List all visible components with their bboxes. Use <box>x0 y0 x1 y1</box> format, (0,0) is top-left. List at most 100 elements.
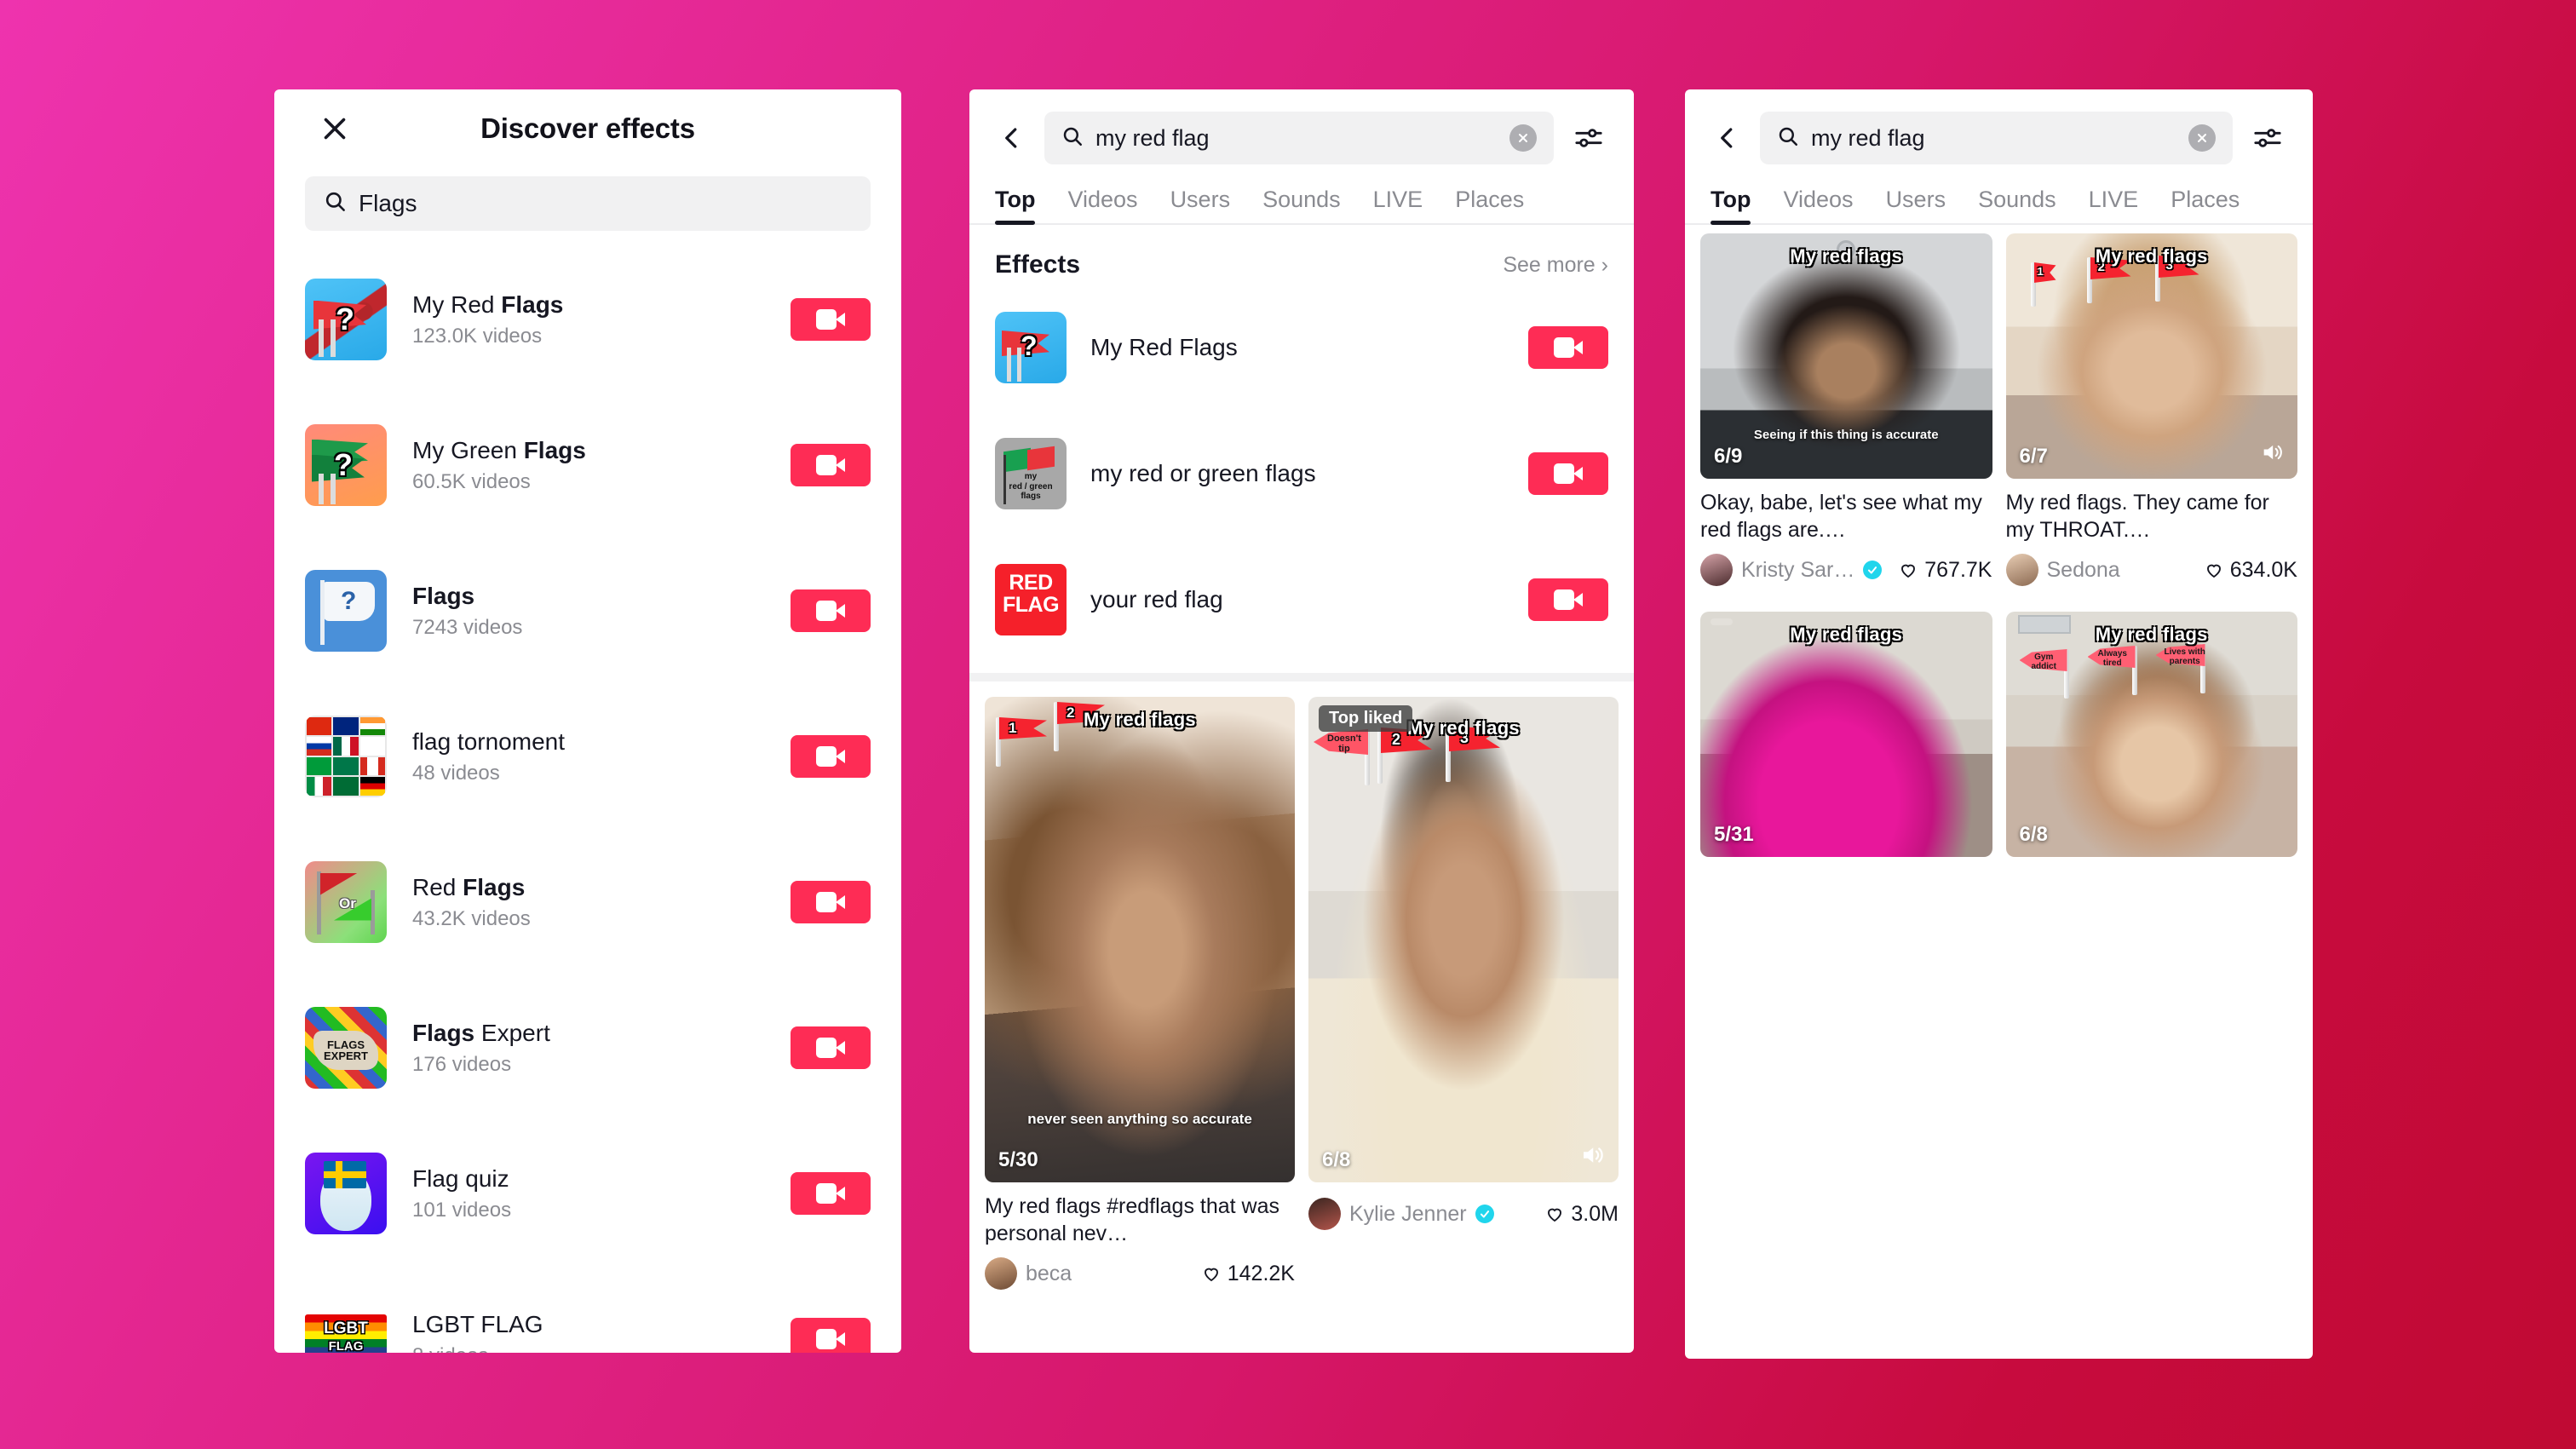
tab-top[interactable]: Top <box>995 187 1036 225</box>
close-circle-icon[interactable] <box>1509 124 1537 152</box>
video-footer: Kristy Sar… 767.7K <box>1700 554 1992 586</box>
filter-sliders-icon[interactable] <box>2248 118 2287 158</box>
use-effect-camera-button[interactable] <box>1528 326 1608 369</box>
use-effect-camera-button[interactable] <box>791 880 871 923</box>
chevron-left-icon[interactable] <box>1711 121 1745 155</box>
video-overlay-title: My red flags <box>2095 245 2208 267</box>
list-item[interactable]: ? My Red Flags 123.0K videos <box>274 246 901 392</box>
video-card[interactable]: 1 2 My red flags never seen anything so … <box>985 697 1295 1290</box>
heart-icon <box>1204 1268 1218 1282</box>
list-item[interactable]: RED FLAG your red flag <box>969 537 1634 663</box>
effect-meta: Flag quiz 101 videos <box>387 1164 791 1222</box>
video-caption: My red flags. They came for my THROAT.… <box>2005 491 2269 542</box>
tab-users[interactable]: Users <box>1170 187 1231 225</box>
video-author[interactable]: Kristy Sar… <box>1741 558 1854 583</box>
effect-video-count: 101 videos <box>412 1199 512 1222</box>
list-item[interactable]: my red / green flags my red or green flags <box>969 411 1634 537</box>
list-item[interactable]: flag tornoment 48 videos <box>274 683 901 829</box>
tab-top[interactable]: Top <box>1711 187 1751 225</box>
video-card[interactable]: My red flags 5/31 <box>1700 612 1992 857</box>
like-count: 767.7K <box>1898 558 1992 583</box>
video-author[interactable]: beca <box>1026 1262 1072 1286</box>
video-card[interactable]: Top liked Doesn't tip 2 3 My red flags 6… <box>1308 697 1619 1290</box>
tab-places[interactable]: Places <box>2171 187 2240 225</box>
tab-live[interactable]: LIVE <box>1373 187 1423 225</box>
video-thumbnail[interactable]: Gym addict Always tired Lives with parents … <box>2005 612 2297 857</box>
list-item[interactable]: Flag quiz 101 videos <box>274 1120 901 1266</box>
video-results-grid: My red flags Seeing if this thing is acc… <box>1685 225 2313 857</box>
search-input[interactable]: my red flag <box>1044 112 1554 164</box>
search-tabs: Top Videos Users Sounds LIVE Places <box>1685 164 2313 225</box>
camera-icon <box>1554 589 1583 610</box>
tab-live[interactable]: LIVE <box>2089 187 2139 225</box>
video-overlay-title: My red flags <box>1084 709 1196 730</box>
close-circle-icon[interactable] <box>2188 124 2216 152</box>
video-author[interactable]: Sedona <box>2047 558 2120 583</box>
effect-meta: flag tornoment 48 videos <box>387 727 791 785</box>
effect-meta: LGBT FLAG 8 videos <box>387 1309 791 1353</box>
list-item[interactable]: ? Flags 7243 videos <box>274 538 901 683</box>
filter-sliders-icon[interactable] <box>1569 118 1608 158</box>
list-item[interactable]: ? My Red Flags <box>969 285 1634 411</box>
effect-name: My Red Flags <box>1090 334 1238 360</box>
avatar[interactable] <box>2005 554 2038 586</box>
avatar[interactable] <box>985 1257 1017 1290</box>
sound-on-icon[interactable] <box>1579 1142 1605 1172</box>
camera-icon <box>816 1037 845 1058</box>
effects-search-input[interactable]: Flags <box>305 176 871 231</box>
effect-thumbnail-red-or-green-flag: Or <box>305 860 387 943</box>
video-card[interactable]: My red flags Seeing if this thing is acc… <box>1700 233 1992 586</box>
tab-sounds[interactable]: Sounds <box>1978 187 2056 225</box>
tab-videos[interactable]: Videos <box>1067 187 1137 225</box>
use-effect-camera-button[interactable] <box>791 1026 871 1069</box>
video-progress: 5/31 <box>1714 823 1754 846</box>
use-effect-camera-button[interactable] <box>1528 452 1608 495</box>
close-icon[interactable] <box>315 109 354 148</box>
tab-videos[interactable]: Videos <box>1783 187 1853 225</box>
top-liked-badge: Top liked <box>1319 705 1413 732</box>
use-effect-camera-button[interactable] <box>791 589 871 632</box>
video-overlay-title: My red flags <box>1790 624 1903 645</box>
list-item[interactable]: Or Red Flags 43.2K videos <box>274 829 901 975</box>
tab-places[interactable]: Places <box>1455 187 1524 225</box>
video-caption: My red flags #redflags that was personal… <box>985 1194 1279 1245</box>
use-effect-camera-button[interactable] <box>1528 578 1608 621</box>
tab-sounds[interactable]: Sounds <box>1262 187 1341 225</box>
use-effect-camera-button[interactable] <box>791 1317 871 1353</box>
avatar[interactable] <box>1308 1198 1341 1230</box>
effects-search-value: Flags <box>359 190 417 216</box>
effect-thumbnail-lgbt-flag: LGBT FLAG <box>305 1314 387 1353</box>
use-effect-camera-button[interactable] <box>791 443 871 486</box>
list-item[interactable]: LGBTFLAG LGBT FLAG 8 videos <box>274 1266 901 1353</box>
video-card[interactable]: Gym addict Always tired Lives with parents … <box>2005 612 2297 857</box>
video-thumbnail[interactable]: My red flags 5/31 <box>1700 612 1992 857</box>
video-thumbnail[interactable]: 1 2 3 My red flags 6/7 <box>2005 233 2297 479</box>
see-more-link[interactable]: See more › <box>1503 253 1608 278</box>
use-effect-camera-button[interactable] <box>791 1171 871 1215</box>
search-input[interactable]: my red flag <box>1760 112 2233 164</box>
search-value: my red flag <box>1095 124 1210 151</box>
effect-video-count: 60.5K videos <box>412 470 531 493</box>
camera-icon <box>816 600 845 621</box>
video-overlay-subtitle: Seeing if this thing is accurate <box>1753 428 1939 442</box>
video-card[interactable]: 1 2 3 My red flags 6/7 My red flags. The… <box>2005 233 2297 586</box>
sound-on-icon[interactable] <box>2260 440 2284 469</box>
effect-meta: Red Flags 43.2K videos <box>387 872 791 931</box>
use-effect-camera-button[interactable] <box>791 297 871 341</box>
section-divider <box>969 673 1634 681</box>
video-thumbnail[interactable]: 1 2 My red flags never seen anything so … <box>985 697 1295 1182</box>
effect-video-count: 176 videos <box>412 1053 512 1076</box>
video-thumbnail[interactable]: Top liked Doesn't tip 2 3 My red flags 6… <box>1308 697 1619 1182</box>
use-effect-camera-button[interactable] <box>791 734 871 778</box>
chevron-left-icon[interactable] <box>995 121 1029 155</box>
effect-name: Red Flags <box>412 874 526 900</box>
tab-users[interactable]: Users <box>1886 187 1946 225</box>
video-overlay-subtitle: never seen anything so accurate <box>1027 1110 1252 1127</box>
camera-icon <box>816 891 845 912</box>
effect-name: my red or green flags <box>1090 460 1316 486</box>
video-thumbnail[interactable]: My red flags Seeing if this thing is acc… <box>1700 233 1992 479</box>
avatar[interactable] <box>1700 554 1733 586</box>
list-item[interactable]: ? My Green Flags 60.5K videos <box>274 392 901 538</box>
video-author[interactable]: Kylie Jenner <box>1349 1202 1467 1227</box>
list-item[interactable]: FLAGS EXPERT Flags Expert 176 videos <box>274 975 901 1120</box>
